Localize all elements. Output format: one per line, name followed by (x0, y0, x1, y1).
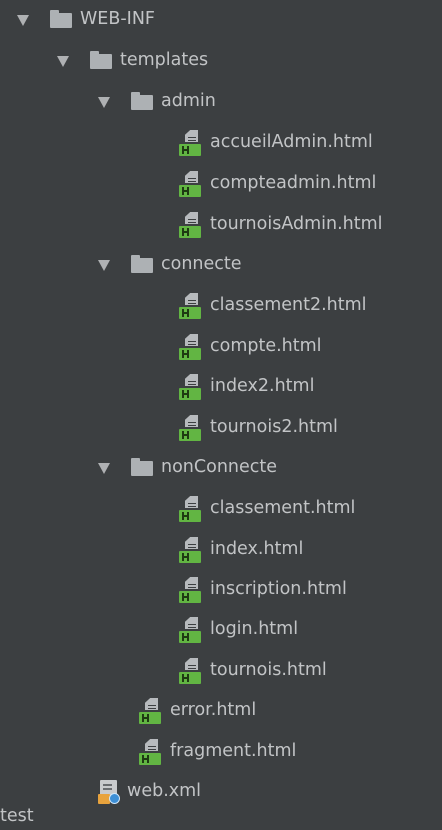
folder-icon (131, 254, 153, 273)
xml-config-file-icon (98, 780, 120, 804)
tree-node-label: templates (120, 50, 209, 71)
html-file-icon (179, 415, 201, 441)
tree-node-label: fragment.html (170, 741, 297, 762)
folder-icon (131, 457, 153, 476)
html-file-icon (179, 293, 201, 319)
html-file-icon (179, 212, 201, 238)
tree-file-error[interactable]: error.html (139, 691, 256, 731)
tree-node-label: nonConnecte (161, 457, 278, 478)
html-file-icon (179, 374, 201, 400)
html-file-icon (179, 658, 201, 684)
html-file-icon (179, 577, 201, 603)
tree-node-label: accueilAdmin.html (210, 132, 373, 153)
tree-file-login[interactable]: login.html (179, 610, 298, 650)
tree-node-label: connecte (161, 254, 242, 275)
html-file-icon (179, 130, 201, 156)
tree-file-accueiladmin[interactable]: accueilAdmin.html (179, 123, 373, 163)
tree-node-label: WEB-INF (80, 9, 155, 30)
tree-file-index[interactable]: index.html (179, 530, 303, 570)
tree-node-admin[interactable]: admin (98, 82, 216, 122)
tree-node-label: login.html (210, 619, 299, 640)
chevron-down-icon[interactable] (98, 259, 110, 271)
tree-file-classement2[interactable]: classement2.html (179, 286, 367, 326)
html-file-icon (139, 739, 161, 765)
tree-file-index2[interactable]: index2.html (179, 367, 314, 407)
tree-node-label: index2.html (210, 376, 315, 397)
html-file-icon (179, 171, 201, 197)
tree-node-label: compteadmin.html (210, 173, 377, 194)
tree-node-label: index.html (210, 539, 304, 560)
project-tree: WEB-INF templates admin accueilAdmin.htm… (0, 0, 442, 825)
html-file-icon (139, 698, 161, 724)
tree-file-classement[interactable]: classement.html (179, 489, 355, 529)
folder-icon (90, 50, 112, 69)
tree-node-label: classement.html (210, 498, 356, 519)
tree-node-label: admin (161, 91, 216, 112)
tree-file-web-xml[interactable]: web.xml (98, 772, 201, 812)
chevron-down-icon[interactable] (57, 55, 69, 67)
tree-node-label: error.html (170, 700, 257, 721)
html-file-icon (179, 617, 201, 643)
tree-node-label: tournois.html (210, 660, 327, 681)
folder-icon (131, 91, 153, 110)
tree-file-tournois[interactable]: tournois.html (179, 651, 327, 691)
chevron-down-icon[interactable] (17, 14, 29, 26)
tree-node-label: tournois2.html (210, 417, 338, 438)
tree-node-label: compte.html (210, 336, 322, 357)
tree-node-nonconnecte[interactable]: nonConnecte (98, 448, 277, 488)
tree-file-inscription[interactable]: inscription.html (179, 570, 347, 610)
chevron-down-icon[interactable] (98, 462, 110, 474)
tree-node-label: web.xml (127, 781, 202, 802)
tree-node-test-partial[interactable]: test (0, 806, 34, 830)
tree-file-tournois2[interactable]: tournois2.html (179, 408, 338, 448)
tree-node-templates[interactable]: templates (57, 41, 208, 81)
html-file-icon (179, 537, 201, 563)
tree-file-compteadmin[interactable]: compteadmin.html (179, 164, 376, 204)
tree-file-tournoisadmin[interactable]: tournoisAdmin.html (179, 205, 383, 245)
tree-node-web-inf[interactable]: WEB-INF (17, 0, 155, 40)
tree-node-label: tournoisAdmin.html (210, 214, 383, 235)
tree-node-label: classement2.html (210, 295, 367, 316)
tree-node-label: test (0, 806, 34, 826)
html-file-icon (179, 334, 201, 360)
tree-file-compte[interactable]: compte.html (179, 327, 322, 367)
chevron-down-icon[interactable] (98, 96, 110, 108)
tree-file-fragment[interactable]: fragment.html (139, 732, 296, 772)
tree-node-label: inscription.html (210, 579, 347, 600)
folder-icon (50, 9, 72, 28)
tree-node-connecte[interactable]: connecte (98, 245, 242, 285)
html-file-icon (179, 496, 201, 522)
